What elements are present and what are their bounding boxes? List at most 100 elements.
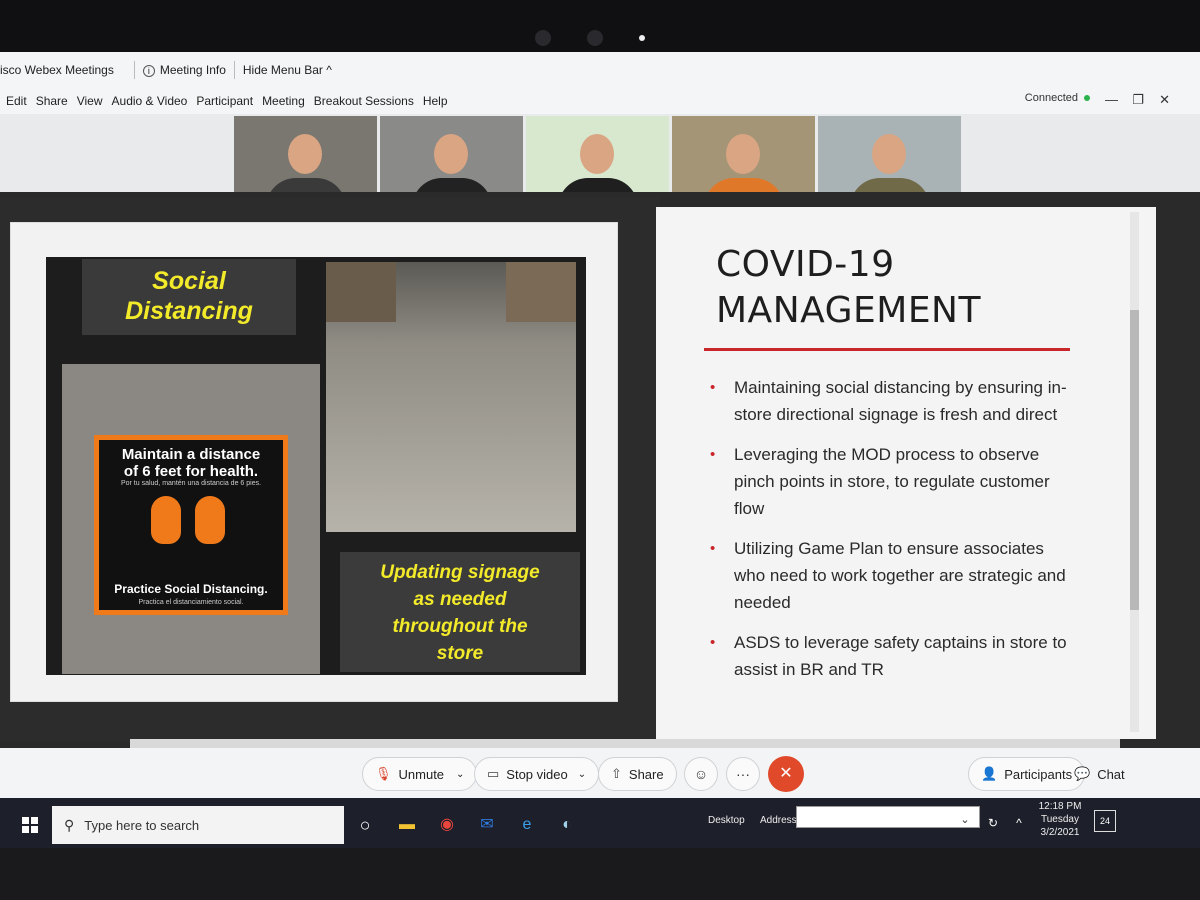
chevron-down-icon[interactable]: ⌄ bbox=[456, 769, 464, 780]
title-bar: isco Webex Meetings i Meeting Info Hide M… bbox=[0, 52, 1200, 88]
clock-date: 3/2/2021 bbox=[1040, 827, 1080, 838]
participant-figure bbox=[288, 134, 322, 174]
more-options-button[interactable]: ··· bbox=[726, 757, 760, 791]
menu-bar: Edit Share View Audio & Video Participan… bbox=[0, 88, 1200, 114]
menu-breakout-sessions[interactable]: Breakout Sessions bbox=[314, 94, 414, 108]
store-aisle-photo bbox=[326, 262, 576, 532]
decal-headline-line: Maintain a distance bbox=[121, 446, 261, 463]
decal-spanish-top: Por tu salud, mantén una distancia de 6 … bbox=[120, 480, 262, 487]
footprint-icon bbox=[151, 496, 181, 544]
smiley-icon: ☺ bbox=[693, 766, 709, 782]
address-toolbar-label: Address bbox=[760, 815, 797, 826]
sign-line: Updating signage bbox=[380, 562, 540, 583]
chevron-down-icon[interactable]: ⌄ bbox=[578, 769, 586, 780]
notification-count: 24 bbox=[1099, 816, 1110, 826]
participant-figure bbox=[726, 134, 760, 174]
stop-video-button[interactable]: ▭ Stop video ⌄ bbox=[474, 757, 600, 791]
leave-meeting-button[interactable]: ✕ bbox=[768, 756, 804, 792]
updating-signage-sign: Updating signage as needed throughout th… bbox=[340, 552, 580, 672]
sign-line: as needed bbox=[413, 589, 507, 610]
unmute-label: Unmute bbox=[398, 766, 445, 782]
title-separator bbox=[133, 61, 135, 79]
chevron-down-icon[interactable]: ⌄ bbox=[950, 805, 980, 835]
participant-figure bbox=[434, 134, 468, 174]
decal-spanish-bottom: Practica el distanciamiento social. bbox=[138, 599, 244, 606]
hide-menu-bar-button[interactable]: Hide Menu Bar ^ bbox=[243, 63, 332, 77]
slide-title: COVID-19 MANAGEMENT bbox=[716, 242, 1076, 334]
clock-time: 12:18 PM bbox=[1038, 801, 1082, 812]
floor-decal: Maintain a distance of 6 feet for health… bbox=[94, 435, 288, 615]
menu-share[interactable]: Share bbox=[36, 94, 68, 108]
floor-decal-inner: Maintain a distance of 6 feet for health… bbox=[99, 440, 283, 610]
menu-edit[interactable]: Edit bbox=[6, 94, 27, 108]
chat-bubble-icon: 💬 bbox=[1074, 766, 1091, 781]
sign-line: throughout the bbox=[392, 616, 528, 637]
unmute-button[interactable]: 🎙 Unmute ⌄ bbox=[362, 757, 478, 791]
sign-line: Distancing bbox=[125, 297, 253, 325]
bullet-item: Utilizing Game Plan to ensure associates… bbox=[710, 535, 1070, 616]
vertical-scroll-thumb[interactable] bbox=[1130, 310, 1139, 610]
bullet-item: Leveraging the MOD process to observe pi… bbox=[710, 441, 1070, 522]
share-button[interactable]: ⇧ Share bbox=[598, 757, 677, 791]
monitor-lower-bezel bbox=[0, 848, 1200, 900]
reactions-button[interactable]: ☺ bbox=[684, 757, 718, 791]
connection-label: Connected bbox=[1024, 92, 1078, 104]
screen: isco Webex Meetings i Meeting Info Hide M… bbox=[0, 52, 1200, 848]
slide-title-line: MANAGEMENT bbox=[716, 290, 981, 331]
decal-headline-line: of 6 feet for health. bbox=[123, 463, 259, 480]
social-distancing-sign: Social Distancing bbox=[82, 259, 296, 335]
minimize-icon[interactable]: — bbox=[1105, 92, 1118, 107]
task-view-icon[interactable]: ○ bbox=[350, 810, 380, 840]
desktop-toolbar-label[interactable]: Desktop bbox=[708, 815, 745, 826]
menu-meeting[interactable]: Meeting bbox=[262, 94, 305, 108]
participant-figure bbox=[872, 134, 906, 174]
camera-sensor bbox=[535, 30, 551, 46]
connection-dot-icon bbox=[1084, 95, 1090, 101]
file-explorer-icon[interactable]: ▬ bbox=[392, 810, 422, 840]
person-icon: 👤 bbox=[981, 766, 998, 781]
outlook-icon[interactable]: ✉ bbox=[472, 810, 502, 840]
decal-footer: Practice Social Distancing. bbox=[114, 582, 268, 596]
participant-figure bbox=[580, 134, 614, 174]
camera-lens bbox=[587, 30, 603, 46]
menu-view[interactable]: View bbox=[77, 94, 103, 108]
search-placeholder: Type here to search bbox=[84, 817, 200, 833]
video-camera-icon: ▭ bbox=[487, 766, 500, 781]
meeting-info-button[interactable]: i Meeting Info bbox=[142, 63, 226, 77]
search-icon: ⚲ bbox=[64, 816, 75, 833]
menu-help[interactable]: Help bbox=[423, 94, 448, 108]
connection-status: Connected bbox=[1025, 92, 1090, 104]
stop-video-label: Stop video bbox=[506, 766, 568, 782]
close-icon: ✕ bbox=[779, 765, 793, 782]
webex-icon[interactable]: ◐ bbox=[552, 810, 582, 840]
bullet-item: ASDS to leverage safety captains in stor… bbox=[710, 629, 1070, 683]
bullet-item: Maintaining social distancing by ensurin… bbox=[710, 374, 1070, 428]
title-separator bbox=[233, 61, 235, 79]
close-icon[interactable]: ✕ bbox=[1159, 92, 1170, 108]
taskbar-clock[interactable]: 12:18 PM Tuesday 3/2/2021 bbox=[1030, 800, 1090, 839]
restore-icon[interactable]: ❐ bbox=[1132, 92, 1144, 108]
horizontal-scrollbar[interactable] bbox=[130, 739, 1120, 748]
title-underline bbox=[704, 348, 1070, 351]
store-shelf bbox=[326, 262, 396, 322]
footprint-icon bbox=[195, 496, 225, 544]
chrome-icon[interactable]: ◉ bbox=[432, 810, 462, 840]
windows-start-icon[interactable] bbox=[22, 817, 38, 833]
notification-center-icon[interactable]: 24 bbox=[1094, 810, 1116, 832]
bullet-list: Maintaining social distancing by ensurin… bbox=[710, 374, 1070, 696]
decal-headline: Maintain a distance of 6 feet for health… bbox=[99, 440, 283, 480]
menu-participant[interactable]: Participant bbox=[196, 94, 253, 108]
clock-day: Tuesday bbox=[1041, 814, 1079, 825]
internet-explorer-icon[interactable]: e bbox=[512, 810, 542, 840]
menu-audio-video[interactable]: Audio & Video bbox=[112, 94, 188, 108]
sign-line: Social bbox=[152, 267, 226, 295]
chat-button[interactable]: 💬 Chat bbox=[1062, 757, 1137, 791]
info-icon: i bbox=[142, 65, 155, 77]
share-icon: ⇧ bbox=[611, 766, 622, 781]
chat-label: Chat bbox=[1097, 766, 1125, 782]
store-shelf bbox=[506, 262, 576, 322]
share-label: Share bbox=[628, 766, 664, 782]
slide-title-line: COVID-19 bbox=[716, 244, 895, 285]
app-title: isco Webex Meetings bbox=[0, 63, 114, 77]
taskbar-search[interactable]: ⚲ Type here to search bbox=[52, 806, 344, 844]
